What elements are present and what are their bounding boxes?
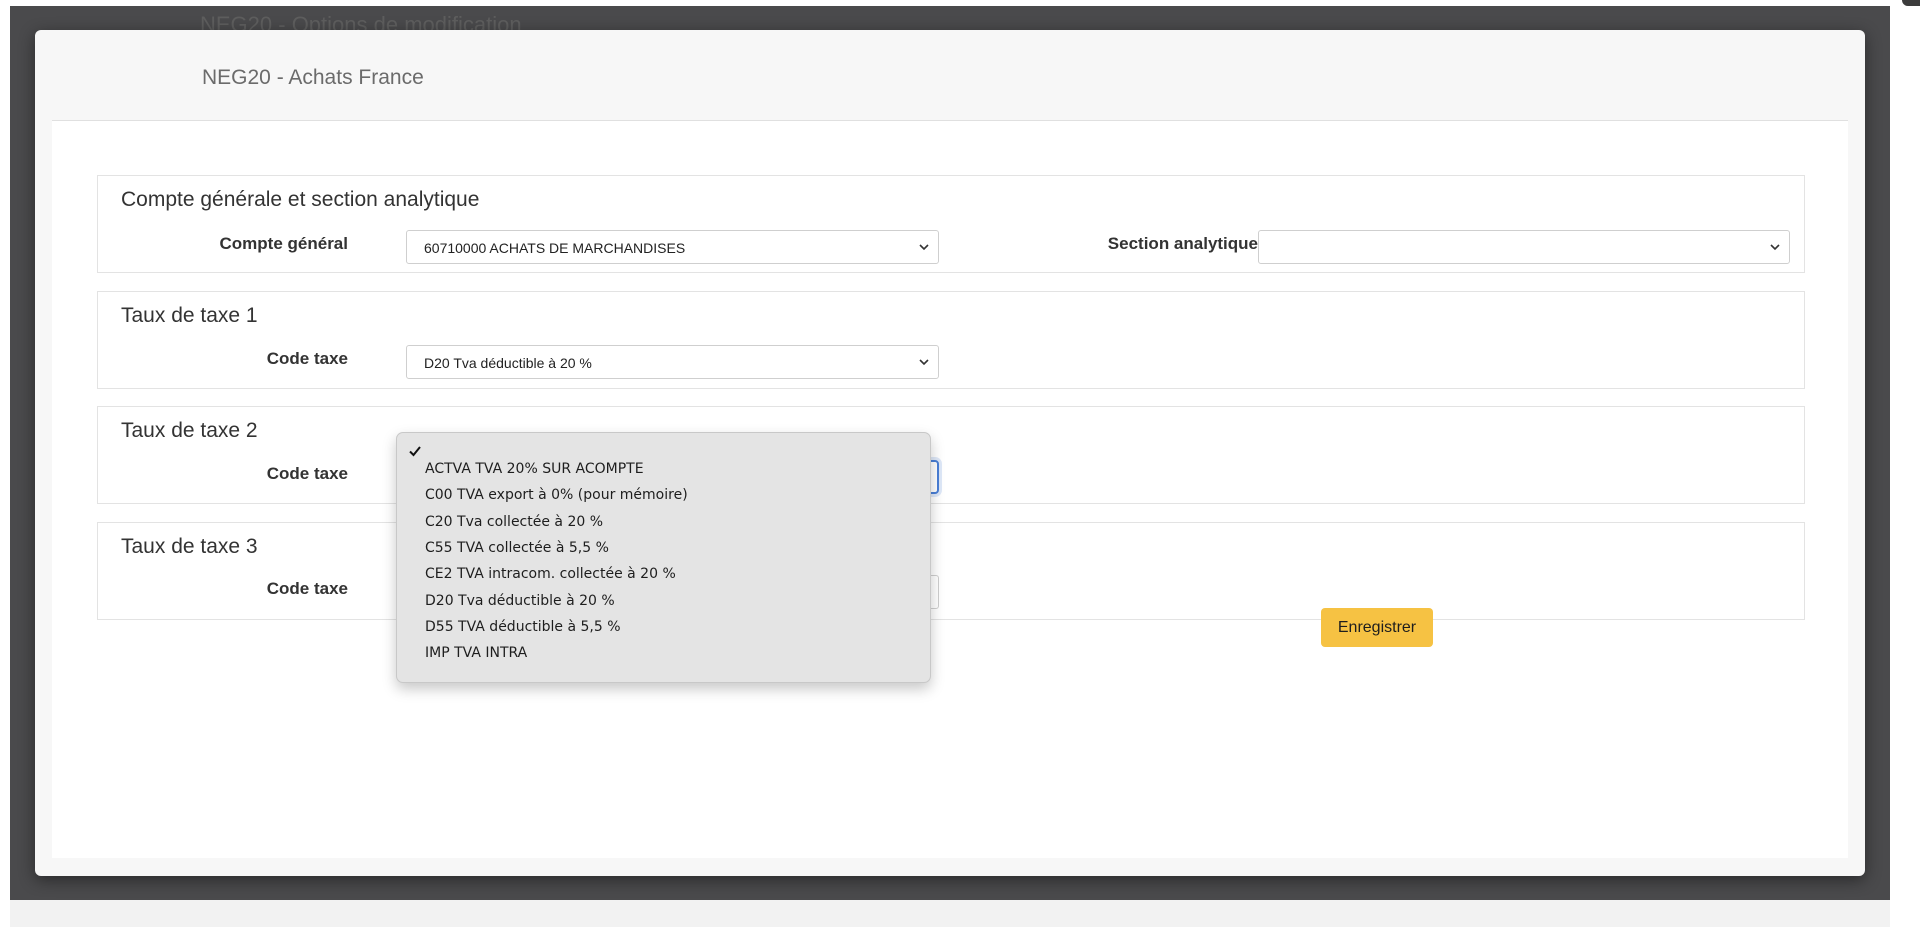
dropdown-option[interactable]: D20 Tva déductible à 20 % xyxy=(425,590,615,612)
dropdown-option[interactable]: D55 TVA déductible à 5,5 % xyxy=(425,616,621,638)
window-corner xyxy=(1902,0,1920,6)
dropdown-option[interactable]: ACTVA TVA 20% SUR ACOMPTE xyxy=(425,458,644,480)
section-account: Compte générale et section analytique Co… xyxy=(97,175,1805,273)
modal-body: Compte générale et section analytique Co… xyxy=(52,121,1848,858)
compte-general-select[interactable]: 60710000 ACHATS DE MARCHANDISES xyxy=(406,230,939,264)
section-analytique-select[interactable] xyxy=(1258,230,1790,264)
section-tax-2: Taux de taxe 2 Code taxe xyxy=(97,406,1805,504)
section-title: Taux de taxe 2 xyxy=(121,419,258,442)
section-title: Taux de taxe 3 xyxy=(121,535,258,558)
chevron-down-icon xyxy=(1770,244,1780,251)
section-title: Taux de taxe 1 xyxy=(121,304,258,327)
checkmark-icon xyxy=(409,446,421,457)
section-title: Compte générale et section analytique xyxy=(121,188,480,211)
code-taxe-1-label: Code taxe xyxy=(266,349,348,368)
dropdown-option[interactable]: C00 TVA export à 0% (pour mémoire) xyxy=(425,484,688,506)
modal-title: NEG20 - Achats France xyxy=(202,66,424,89)
code-taxe-3-label: Code taxe xyxy=(266,579,348,598)
dropdown-option[interactable]: CE2 TVA intracom. collectée à 20 % xyxy=(425,563,676,585)
code-taxe-2-label: Code taxe xyxy=(266,464,348,483)
section-tax-3: Taux de taxe 3 Code taxe xyxy=(97,522,1805,620)
chevron-down-icon xyxy=(919,359,929,366)
dropdown-option[interactable]: IMP TVA INTRA xyxy=(425,642,527,664)
code-taxe-1-select[interactable]: D20 Tva déductible à 20 % xyxy=(406,345,939,379)
page-footer-strip xyxy=(10,900,1890,927)
code-taxe-2-dropdown-list: ACTVA TVA 20% SUR ACOMPTE C00 TVA export … xyxy=(396,432,931,683)
dropdown-option[interactable]: C55 TVA collectée à 5,5 % xyxy=(425,537,609,559)
modal-header: NEG20 - Achats France xyxy=(52,30,1848,121)
dropdown-option[interactable]: C20 Tva collectée à 20 % xyxy=(425,511,603,533)
modal-dialog: NEG20 - Achats France Compte générale et… xyxy=(35,30,1865,876)
section-analytique-label: Section analytique xyxy=(1107,234,1258,253)
chevron-down-icon xyxy=(919,244,929,251)
compte-general-label: Compte général xyxy=(219,234,348,253)
section-tax-1: Taux de taxe 1 Code taxe D20 Tva déducti… xyxy=(97,291,1805,389)
compte-general-value: 60710000 ACHATS DE MARCHANDISES xyxy=(424,240,686,256)
code-taxe-1-value: D20 Tva déductible à 20 % xyxy=(424,355,592,371)
background-page-title: NEG20 - Options de modification xyxy=(200,12,522,32)
save-button[interactable]: Enregistrer xyxy=(1321,608,1433,647)
